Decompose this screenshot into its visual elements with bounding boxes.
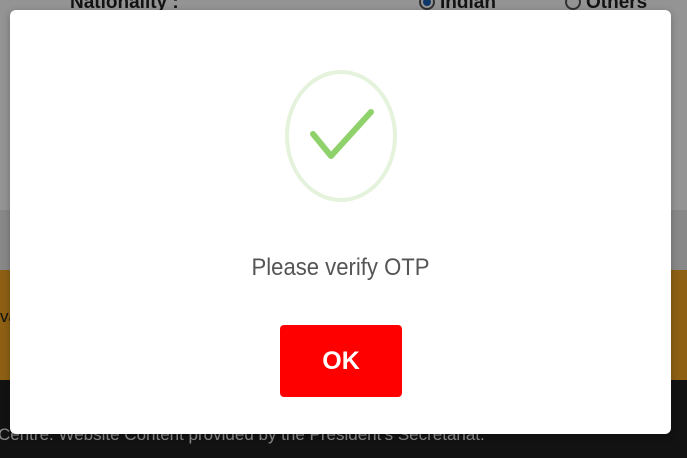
success-icon-ring	[285, 70, 397, 202]
success-modal: Please verify OTP OK	[10, 10, 671, 434]
modal-message: Please verify OTP	[251, 254, 430, 281]
ok-button[interactable]: OK	[280, 325, 402, 397]
checkmark-icon	[310, 109, 374, 159]
